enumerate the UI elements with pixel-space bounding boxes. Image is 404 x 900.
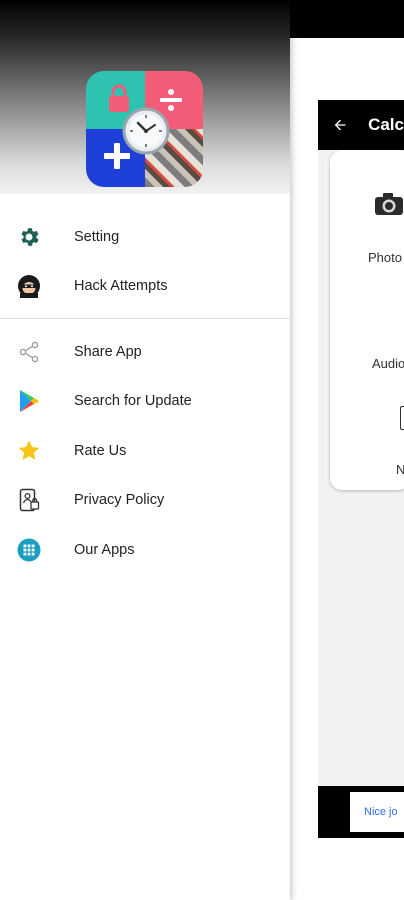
menu-item-search-update[interactable]: Search for Update xyxy=(0,377,290,427)
card-label-photo: Photo xyxy=(368,250,402,265)
card-label-notes: N xyxy=(396,462,404,477)
menu-item-label: Search for Update xyxy=(74,393,192,410)
clock-icon xyxy=(122,107,170,155)
navigation-drawer: Setting Hack Attempts Share App Search f… xyxy=(0,0,290,900)
background-toolbar-title: Calc xyxy=(368,115,404,134)
menu-item-our-apps[interactable]: Our Apps xyxy=(0,525,290,575)
menu-item-share-app[interactable]: Share App xyxy=(0,327,290,377)
camera-icon[interactable] xyxy=(374,192,404,216)
menu-item-setting[interactable]: Setting xyxy=(0,212,290,262)
menu-item-label: Rate Us xyxy=(74,442,127,459)
menu-item-label: Our Apps xyxy=(74,541,135,558)
menu-item-label: Privacy Policy xyxy=(74,492,165,509)
star-icon xyxy=(16,438,42,464)
privacy-icon xyxy=(16,487,42,513)
drawer-header xyxy=(0,0,290,194)
share-icon xyxy=(16,339,42,365)
menu-item-label: Share App xyxy=(74,343,142,360)
menu-item-hack-attempts[interactable]: Hack Attempts xyxy=(0,262,290,312)
menu-item-label: Setting xyxy=(74,228,120,245)
menu-divider xyxy=(0,318,290,319)
toast-message: Nice jo xyxy=(350,792,404,832)
file-icon xyxy=(400,406,404,430)
menu-item-label: Hack Attempts xyxy=(74,278,168,295)
gear-icon xyxy=(16,224,42,250)
drawer-menu: Setting Hack Attempts Share App Search f… xyxy=(0,212,290,575)
play-store-icon xyxy=(16,388,42,414)
apps-grid-icon xyxy=(16,537,42,563)
background-card: Photo Audio N xyxy=(330,150,404,490)
menu-item-rate-us[interactable]: Rate Us xyxy=(0,426,290,476)
background-toolbar: Calc xyxy=(318,100,404,150)
menu-item-privacy-policy[interactable]: Privacy Policy xyxy=(0,476,290,526)
card-label-audio: Audio xyxy=(372,356,404,371)
back-arrow-icon[interactable] xyxy=(332,116,348,134)
background-bottom-bar: Nice jo xyxy=(318,786,404,838)
app-logo xyxy=(86,71,203,187)
intruder-icon xyxy=(16,273,42,299)
